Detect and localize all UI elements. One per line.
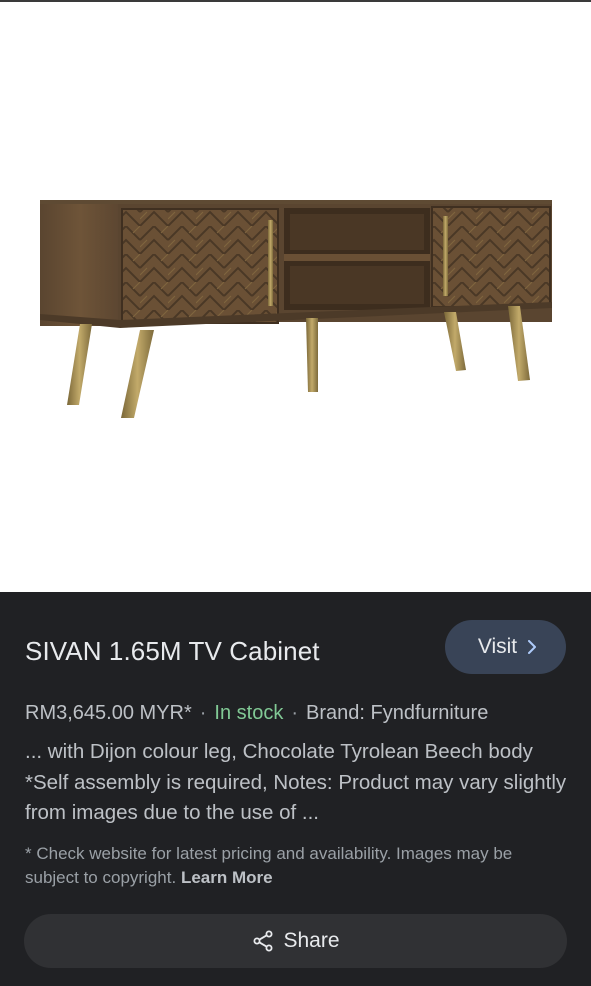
product-description: ... with Dijon colour leg, Chocolate Tyr… <box>25 740 567 824</box>
product-image[interactable] <box>0 2 591 592</box>
stock-status: In stock <box>214 702 284 724</box>
brand: Brand: Fyndfurniture <box>306 702 489 724</box>
learn-more-link[interactable]: Learn More <box>181 868 273 887</box>
chevron-right-icon <box>527 640 537 654</box>
product-title: SIVAN 1.65M TV Cabinet <box>25 636 320 666</box>
price: RM3,645.00 MYR* <box>25 702 192 724</box>
share-button[interactable]: Share <box>24 914 567 968</box>
visit-button-label: Visit <box>477 635 518 658</box>
separator: · <box>291 702 299 724</box>
share-button-label: Share <box>283 929 340 952</box>
share-icon <box>251 929 275 953</box>
disclaimer: * Check website for latest pricing and a… <box>25 842 570 890</box>
product-meta: RM3,645.00 MYR* · In stock · Brand: Fyndfurn… <box>25 702 488 725</box>
product-image-area[interactable] <box>0 0 591 592</box>
visit-button[interactable]: Visit <box>445 620 566 674</box>
product-info-panel: SIVAN 1.65M TV Cabinet Visit RM3,645.00 … <box>0 592 591 986</box>
separator: · <box>199 702 207 724</box>
